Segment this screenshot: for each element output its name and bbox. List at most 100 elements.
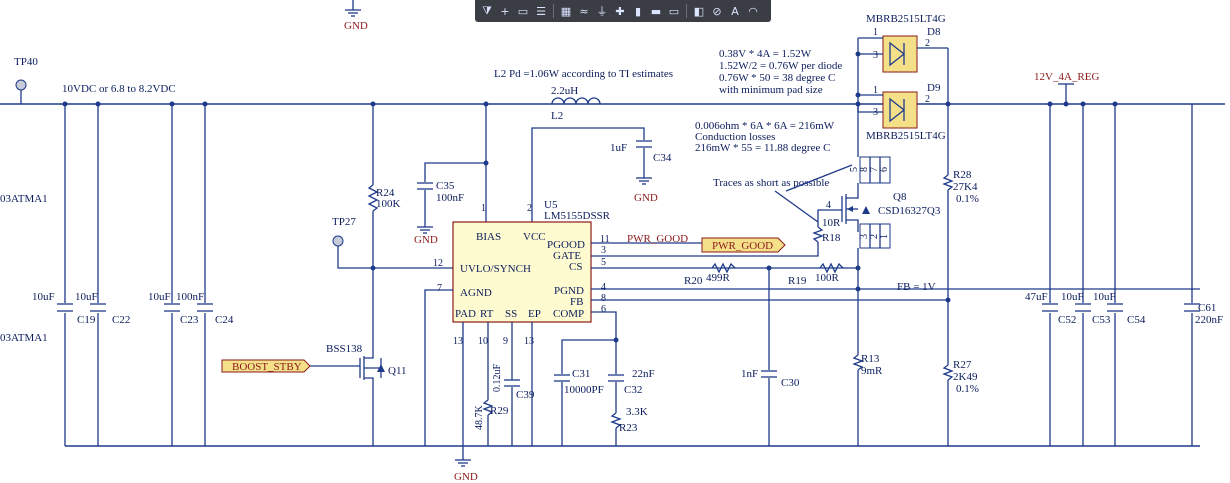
diode-note-2: 1.52W/2 = 0.76W per diode [719,60,842,72]
c19-ref: C19 [77,314,96,326]
schematic-canvas[interactable]: TP40 10VDC or 6.8 to 8.2VDC 03ATMA1 03AT… [0,0,1230,483]
q8-pin4: 4 [826,200,831,211]
r18-resistor[interactable] [812,226,824,243]
q8-ref: Q8 [893,191,907,203]
c34-ref: C34 [653,152,672,164]
r27-ref: R27 [953,359,972,371]
pin-cs: CS [569,261,582,273]
r28-tolerance: 0.1% [956,193,979,205]
boost-stby-port[interactable]: BOOST_STBY [221,359,311,373]
pn-7: 7 [437,283,442,294]
c32-value: 22nF [632,368,655,380]
pwr-good-port[interactable]: PWR_GOOD [701,237,786,253]
d9-diode[interactable] [858,91,918,129]
select-rect-icon[interactable]: ▭ [515,3,531,19]
sheet-symbol-icon[interactable]: ▬ [648,3,664,19]
pn-9: 9 [503,336,508,347]
pn-1: 1 [481,203,486,214]
vin-net-label: 10VDC or 6.8 to 8.2VDC [62,83,176,95]
align-icon[interactable]: ☰ [533,3,549,19]
text-icon[interactable]: A [727,3,743,19]
r28-value: 27K4 [953,181,978,193]
c22-value: 10uF [75,291,98,303]
diode-note-4: with minimum pad size [719,84,823,96]
r18-value: 10R [822,217,841,229]
r24-value: 100K [376,198,401,210]
c35-value: 100nF [436,192,464,204]
net-label-icon[interactable]: ✚ [612,3,628,19]
q11-mosfet[interactable] [308,348,385,446]
pin-comp: COMP [553,308,584,320]
port-icon[interactable]: ▮ [630,3,646,19]
q8-pin5: 5 [849,167,860,172]
d9-pin3: 3 [873,107,878,118]
tp40-testpoint[interactable] [15,79,27,91]
c31-value: 10000PF [564,384,604,396]
c61-value: 220nF [1195,314,1223,326]
d9-pin1: 1 [873,85,878,96]
r18-ref: R18 [822,232,841,244]
d9-pin2: 2 [925,94,930,105]
left-part-label-2: 03ATMA1 [0,332,48,344]
r28-resistor[interactable] [942,174,954,191]
place-component-icon[interactable]: ▦ [558,3,574,19]
c54-ref: C54 [1127,314,1146,326]
c61-ref: C61 [1198,302,1216,314]
r20-value: 499R [706,272,731,284]
r27-value: 2K49 [953,371,978,383]
r29-value: 48.7K [474,405,485,431]
directive-icon[interactable]: ◧ [691,3,707,19]
arc-icon[interactable]: ◠ [745,3,761,19]
r13-ref: R13 [861,353,880,365]
gnd-c35-label: GND [414,234,438,246]
crosshair-icon[interactable]: + [497,3,513,19]
c54-value: 10uF [1093,291,1116,303]
d9-ref: D9 [927,82,941,94]
power-port-icon[interactable]: ⏚ [594,3,610,19]
l2-value: 2.2uH [551,85,578,97]
tp27-testpoint[interactable] [332,235,344,247]
toolbar-separator [553,4,554,18]
cond-note-3: 216mW * 55 = 11.88 degree C [695,142,830,154]
r23-ref: R23 [619,422,638,434]
c23-value: 10uF [148,291,171,303]
pn-8: 8 [601,293,606,304]
gnd-top-label: GND [344,20,368,32]
pwr-good-port-text: PWR_GOOD [712,240,773,252]
c24-value: 100nF [176,291,204,303]
tp27-label: TP27 [332,216,356,228]
vout-net-label: 12V_4A_REG [1034,71,1099,83]
traces-pointer-1 [774,190,819,223]
pn-3: 3 [601,245,606,256]
pn-10: 10 [478,336,488,347]
pn-12: 12 [433,258,443,269]
l2-note: L2 Pd =1.06W according to TI estimates [494,68,673,80]
q8-mosfet[interactable]: 8 7 6 5 3 2 1 [841,156,891,249]
tp40-label: TP40 [14,56,38,68]
c32-ref: C32 [624,384,642,396]
c53-ref: C53 [1092,314,1111,326]
c30-ref: C30 [781,377,800,389]
c23-ref: C23 [180,314,199,326]
d8-ref: D8 [927,26,941,38]
pn-2: 2 [527,203,532,214]
c34-value: 1uF [610,142,627,154]
r20-ref: R20 [684,275,703,287]
pin-pad: PAD [455,308,476,320]
c35-ref: C35 [436,180,455,192]
no-erc-icon[interactable]: ⊘ [709,3,725,19]
c53-value: 10uF [1061,291,1084,303]
c31-ref: C31 [572,368,590,380]
bus-icon[interactable]: ≈ [576,3,592,19]
c39-ref: C39 [516,389,535,401]
schematic-sheet[interactable]: TP40 10VDC or 6.8 to 8.2VDC 03ATMA1 03AT… [0,0,1230,483]
harness-icon[interactable]: ▭ [666,3,682,19]
q8-pin1: 1 [879,234,890,239]
c24-ref: C24 [215,314,234,326]
filter-icon[interactable]: ⧩ [479,3,495,19]
d8-pin1: 1 [873,27,878,38]
r27-resistor[interactable] [942,364,954,381]
l2-inductor[interactable] [551,97,601,105]
d8-diode[interactable] [858,35,948,73]
c22-ref: C22 [112,314,130,326]
